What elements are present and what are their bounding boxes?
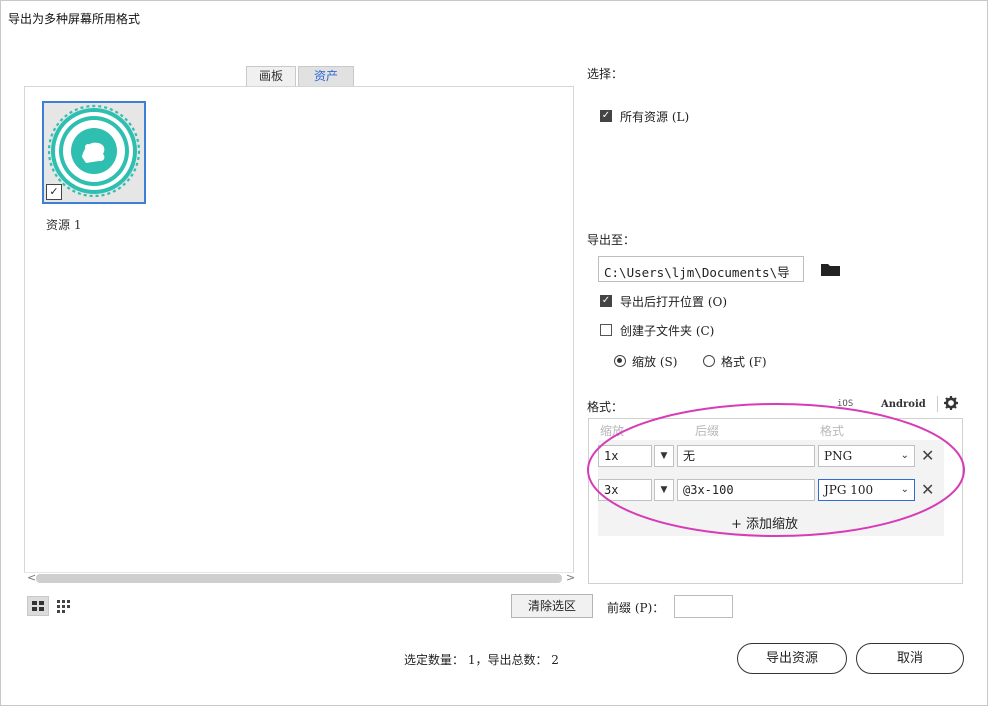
create-subfolders-label: 创建子文件夹 (C) (620, 324, 715, 338)
tab-artboards[interactable]: 画板 (246, 66, 296, 86)
scale-radio[interactable] (614, 355, 626, 367)
scroll-left-arrow[interactable]: < (27, 572, 36, 584)
dialog-title: 导出为多种屏幕所用格式 (8, 12, 141, 26)
format-radio[interactable] (703, 355, 715, 367)
clear-selection-button[interactable]: 清除选区 (511, 594, 593, 618)
export-path-input[interactable]: C:\Users\ljm\Documents\导 (598, 256, 804, 282)
grid-view-icon[interactable] (27, 596, 49, 616)
cancel-button[interactable]: 取消 (856, 643, 964, 674)
scroll-right-arrow[interactable]: > (566, 572, 575, 584)
folder-icon[interactable] (820, 262, 841, 277)
select-section-title: 选择： (587, 67, 624, 81)
all-assets-label: 所有资源 (L) (620, 110, 690, 124)
open-after-export-checkbox[interactable]: ✓ (600, 295, 612, 307)
asset-label: 资源 1 (46, 218, 82, 232)
prefix-label: 前缀 (P)： (607, 601, 665, 615)
status-text: 选定数量： 1，导出总数： 2 (404, 653, 559, 667)
scrollbar-thumb[interactable] (36, 574, 562, 583)
annotation-ellipse (587, 403, 965, 537)
tab-assets[interactable]: 资产 (298, 66, 354, 86)
asset-checkbox[interactable]: ✓ (46, 184, 62, 200)
prefix-input[interactable] (674, 595, 733, 618)
format-radio-label: 格式 (F) (721, 355, 767, 369)
all-assets-checkbox[interactable]: ✓ (600, 110, 612, 122)
list-view-icon[interactable] (55, 598, 75, 614)
create-subfolders-checkbox[interactable] (600, 324, 612, 336)
open-after-export-label: 导出后打开位置 (O) (620, 295, 728, 309)
export-assets-button[interactable]: 导出资源 (737, 643, 847, 674)
export-to-title: 导出至： (587, 233, 636, 247)
scale-radio-label: 缩放 (S) (632, 355, 678, 369)
